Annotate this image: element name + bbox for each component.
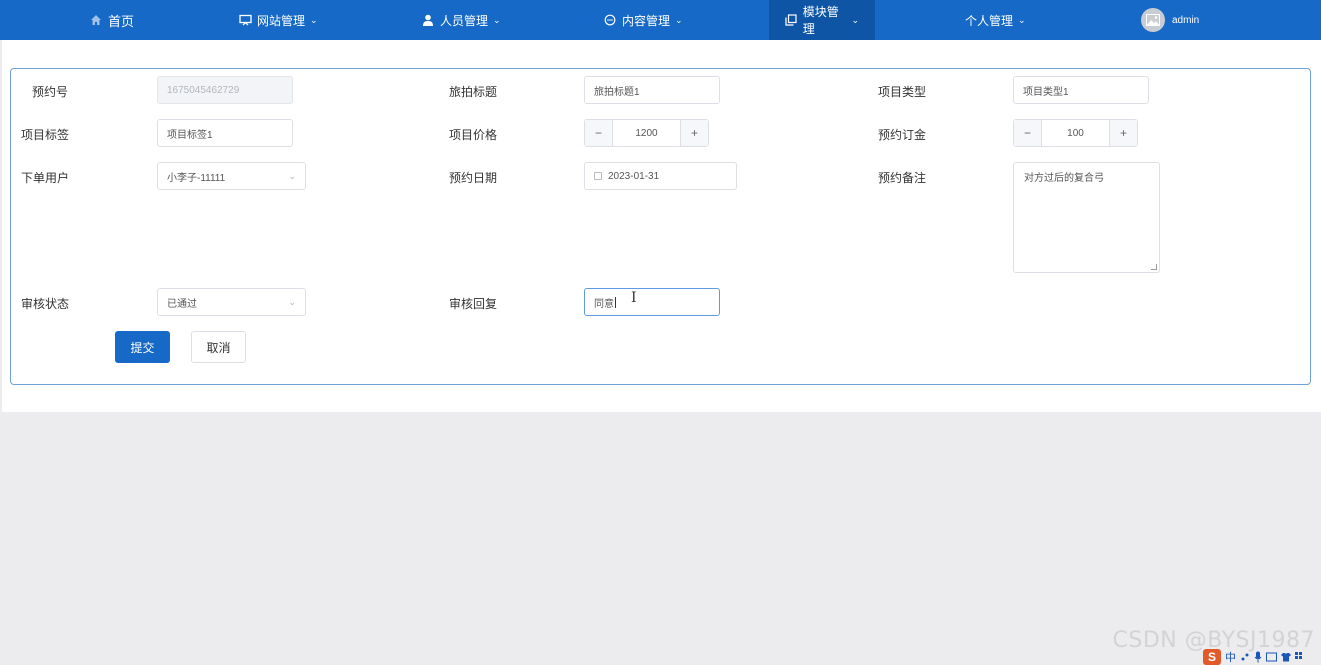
keyboard-icon[interactable] — [1266, 652, 1277, 662]
nav-item-label: 人员管理 — [440, 13, 489, 28]
text-cursor-icon: I — [631, 290, 637, 306]
label-order-user: 下单用户 — [21, 171, 70, 185]
chevron-down-icon: ⌄ — [1018, 14, 1026, 25]
review-status-value: 已通过 — [167, 298, 197, 310]
nav-item-label: 模块管理 — [802, 5, 839, 36]
review-reply-value: 同意 — [594, 298, 614, 310]
deposit-stepper: − 100 + — [1013, 119, 1138, 147]
punctuation-icon[interactable] — [1240, 652, 1250, 662]
system-tray: S 中 — [1203, 648, 1321, 665]
label-project-price: 项目价格 — [449, 128, 498, 142]
label-booking-date: 预约日期 — [449, 171, 498, 185]
label-project-tag: 项目标签 — [21, 128, 70, 142]
project-price-stepper: − 1200 + — [584, 119, 709, 147]
avatar — [1141, 8, 1165, 32]
chevron-down-icon: ⌄ — [851, 14, 859, 25]
booking-form: 预约号 1675045462729 旅拍标题 旅拍标题1 项目类型 项目类型1 … — [10, 68, 1311, 385]
nav-item-personnel[interactable]: 人员管理 ⌄ — [421, 0, 501, 40]
label-review-status: 审核状态 — [21, 297, 70, 311]
sogou-ime-icon[interactable]: S — [1203, 648, 1221, 665]
top-nav: 首页 网站管理 ⌄ 人员管理 ⌄ 内容管理 ⌄ 模块管理 ⌄ 个人管理 ⌄ ad… — [0, 0, 1321, 40]
resize-grip-icon[interactable] — [1151, 264, 1157, 270]
calendar-icon — [594, 172, 602, 180]
label-review-reply: 审核回复 — [449, 297, 498, 311]
username: admin — [1172, 14, 1200, 26]
chevron-down-icon: ⌄ — [493, 14, 501, 25]
project-type-input[interactable]: 项目类型1 — [1013, 76, 1149, 104]
label-deposit: 预约订金 — [878, 128, 927, 142]
increment-button[interactable]: + — [680, 120, 708, 146]
nav-item-label: 网站管理 — [257, 13, 306, 28]
text-caret — [615, 296, 616, 308]
booking-no-input: 1675045462729 — [157, 76, 293, 104]
booking-note-textarea[interactable]: 对方过后的复合弓 — [1013, 162, 1160, 273]
label-booking-note: 预约备注 — [878, 171, 927, 185]
booking-note-value: 对方过后的复合弓 — [1024, 173, 1104, 184]
nav-item-website[interactable]: 网站管理 ⌄ — [238, 0, 318, 40]
user-icon — [421, 13, 435, 27]
chevron-down-icon: ⌄ — [288, 297, 296, 307]
decrement-button[interactable]: − — [1014, 120, 1042, 146]
cancel-button[interactable]: 取消 — [191, 331, 246, 363]
nav-item-home[interactable]: 首页 — [89, 0, 134, 40]
nav-item-personal[interactable]: 个人管理 ⌄ — [965, 0, 1026, 40]
review-reply-input[interactable]: 同意 — [584, 288, 720, 316]
nav-item-label: 个人管理 — [965, 13, 1014, 28]
nav-item-content[interactable]: 内容管理 ⌄ — [603, 0, 683, 40]
shirt-icon[interactable] — [1281, 652, 1291, 662]
nav-item-label: 内容管理 — [622, 13, 671, 28]
booking-date-value: 2023-01-31 — [608, 170, 660, 182]
photo-title-input[interactable]: 旅拍标题1 — [584, 76, 720, 104]
order-user-select[interactable]: 小李子-11111 ⌄ — [157, 162, 306, 190]
nav-item-label: 首页 — [108, 13, 135, 29]
project-tag-input[interactable]: 项目标签1 — [157, 119, 293, 147]
ime-mode-label[interactable]: 中 — [1225, 649, 1236, 665]
chevron-down-icon: ⌄ — [310, 14, 318, 25]
grid-icon[interactable] — [1295, 651, 1303, 662]
chevron-down-icon: ⌄ — [675, 14, 683, 25]
label-project-type: 项目类型 — [878, 85, 927, 99]
label-photo-title: 旅拍标题 — [449, 85, 498, 99]
image-icon — [1146, 14, 1160, 26]
project-price-value[interactable]: 1200 — [613, 120, 680, 146]
copy-icon — [785, 13, 798, 27]
microphone-icon[interactable] — [1254, 651, 1262, 663]
review-status-select[interactable]: 已通过 ⌄ — [157, 288, 306, 316]
decrement-button[interactable]: − — [585, 120, 613, 146]
user-menu[interactable]: admin — [1141, 0, 1199, 40]
chat-icon — [603, 13, 617, 27]
deposit-value[interactable]: 100 — [1042, 120, 1109, 146]
label-booking-no: 预约号 — [32, 85, 69, 99]
chevron-down-icon: ⌄ — [288, 171, 296, 181]
nav-item-modules[interactable]: 模块管理 ⌄ — [769, 0, 875, 40]
booking-date-picker[interactable]: 2023-01-31 — [584, 162, 737, 190]
increment-button[interactable]: + — [1109, 120, 1137, 146]
order-user-value: 小李子-11111 — [167, 172, 226, 184]
home-icon — [89, 13, 103, 27]
monitor-icon — [238, 13, 252, 27]
submit-button[interactable]: 提交 — [115, 331, 170, 363]
